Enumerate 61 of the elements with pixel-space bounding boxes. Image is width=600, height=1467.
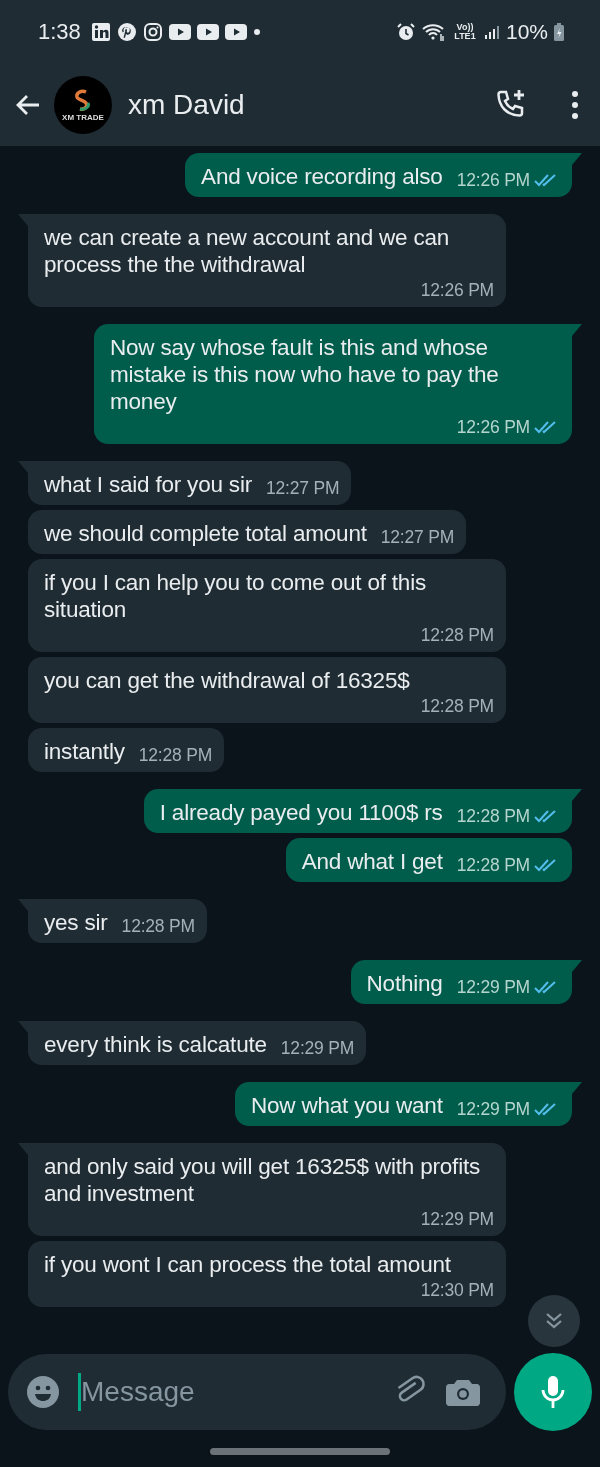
message-text: if you I can help you to come out of this situation: [44, 569, 428, 623]
message-text: every think is calcatute: [44, 1031, 267, 1058]
message-text: we can create a new account and we can process the the withdrawal: [44, 224, 451, 278]
video-app-icon: [196, 24, 219, 40]
contact-name[interactable]: xm David: [128, 89, 245, 121]
camera-icon[interactable]: [446, 1377, 480, 1407]
message-text: Nothing: [366, 970, 443, 997]
message-text: yes sir: [44, 909, 108, 936]
message-text: and only said you will get 16325$ with profits and investment: [44, 1153, 482, 1207]
message-text: Now say whose fault is this and whose mistake is this now who have to pay the money: [110, 334, 500, 415]
wifi-icon: [421, 22, 446, 42]
message-time: 12:28 PM: [456, 855, 530, 875]
message-text: instantly: [44, 738, 125, 765]
instagram-icon: [142, 22, 163, 42]
more-options-icon[interactable]: [570, 90, 580, 120]
message-time: 12:29 PM: [280, 1038, 355, 1058]
received-message-bubble[interactable]: we should complete total amount 12:27 PM: [28, 510, 467, 554]
sent-message-bubble[interactable]: And what I get 12:28 PM: [285, 838, 572, 882]
message-text: what I said for you sir: [44, 471, 252, 498]
home-indicator[interactable]: [210, 1447, 390, 1455]
message-time: 12:27 PM: [266, 478, 340, 498]
received-message-bubble[interactable]: if you wont I can process the total amount 12:30 PM: [28, 1241, 506, 1307]
emoji-icon[interactable]: [26, 1375, 60, 1409]
dot-icon: [252, 28, 261, 36]
battery-percent: 10%: [505, 20, 548, 44]
received-message-bubble[interactable]: instantly 12:28 PM: [28, 728, 225, 772]
message-time: 12:29 PM: [456, 1099, 530, 1119]
message-text: we should complete total amount: [44, 520, 367, 547]
message-text: And voice recording also: [201, 163, 443, 190]
message-time: 12:30 PM: [420, 1280, 494, 1300]
linkedin-icon: [90, 22, 111, 42]
message-time: 12:28 PM: [456, 806, 530, 826]
alarm-icon: [395, 22, 416, 42]
message-time: 12:28 PM: [420, 625, 494, 645]
message-time: 12:28 PM: [138, 745, 213, 765]
received-message-bubble[interactable]: if you I can help you to come out of this situation 12:28 PM: [28, 559, 506, 652]
message-time: 12:28 PM: [121, 916, 195, 936]
battery-icon: [554, 23, 564, 41]
video-app-icon: [224, 24, 247, 40]
message-text: you can get the withdrawal of 16325$: [44, 667, 410, 694]
pinterest-icon: [116, 22, 137, 42]
microphone-icon: [540, 1374, 566, 1410]
scroll-down-button[interactable]: [528, 1295, 580, 1347]
message-text: And what I get: [301, 848, 443, 875]
video-app-icon: [168, 24, 191, 40]
network-label: Vo)) LTE1: [453, 23, 477, 41]
clock-time: 1:38: [38, 19, 81, 45]
message-text: if you wont I can process the total amount: [44, 1251, 451, 1278]
message-text: I already payed you 1100$ rs: [159, 799, 443, 826]
message-time: 12:28 PM: [420, 696, 494, 716]
message-time: 12:29 PM: [456, 977, 530, 997]
message-text: Now what you want: [251, 1092, 443, 1119]
contact-avatar[interactable]: XM TRADE: [54, 76, 112, 134]
message-time: 12:26 PM: [420, 280, 494, 300]
message-time: 12:29 PM: [420, 1209, 494, 1229]
message-time: 12:27 PM: [380, 527, 455, 547]
received-message-bubble[interactable]: you can get the withdrawal of 16325$ 12:28 PM: [28, 657, 506, 723]
signal-icon: [483, 24, 500, 40]
message-time: 12:26 PM: [456, 417, 530, 437]
message-time: 12:26 PM: [456, 170, 530, 190]
message-input[interactable]: Message: [81, 1376, 374, 1408]
